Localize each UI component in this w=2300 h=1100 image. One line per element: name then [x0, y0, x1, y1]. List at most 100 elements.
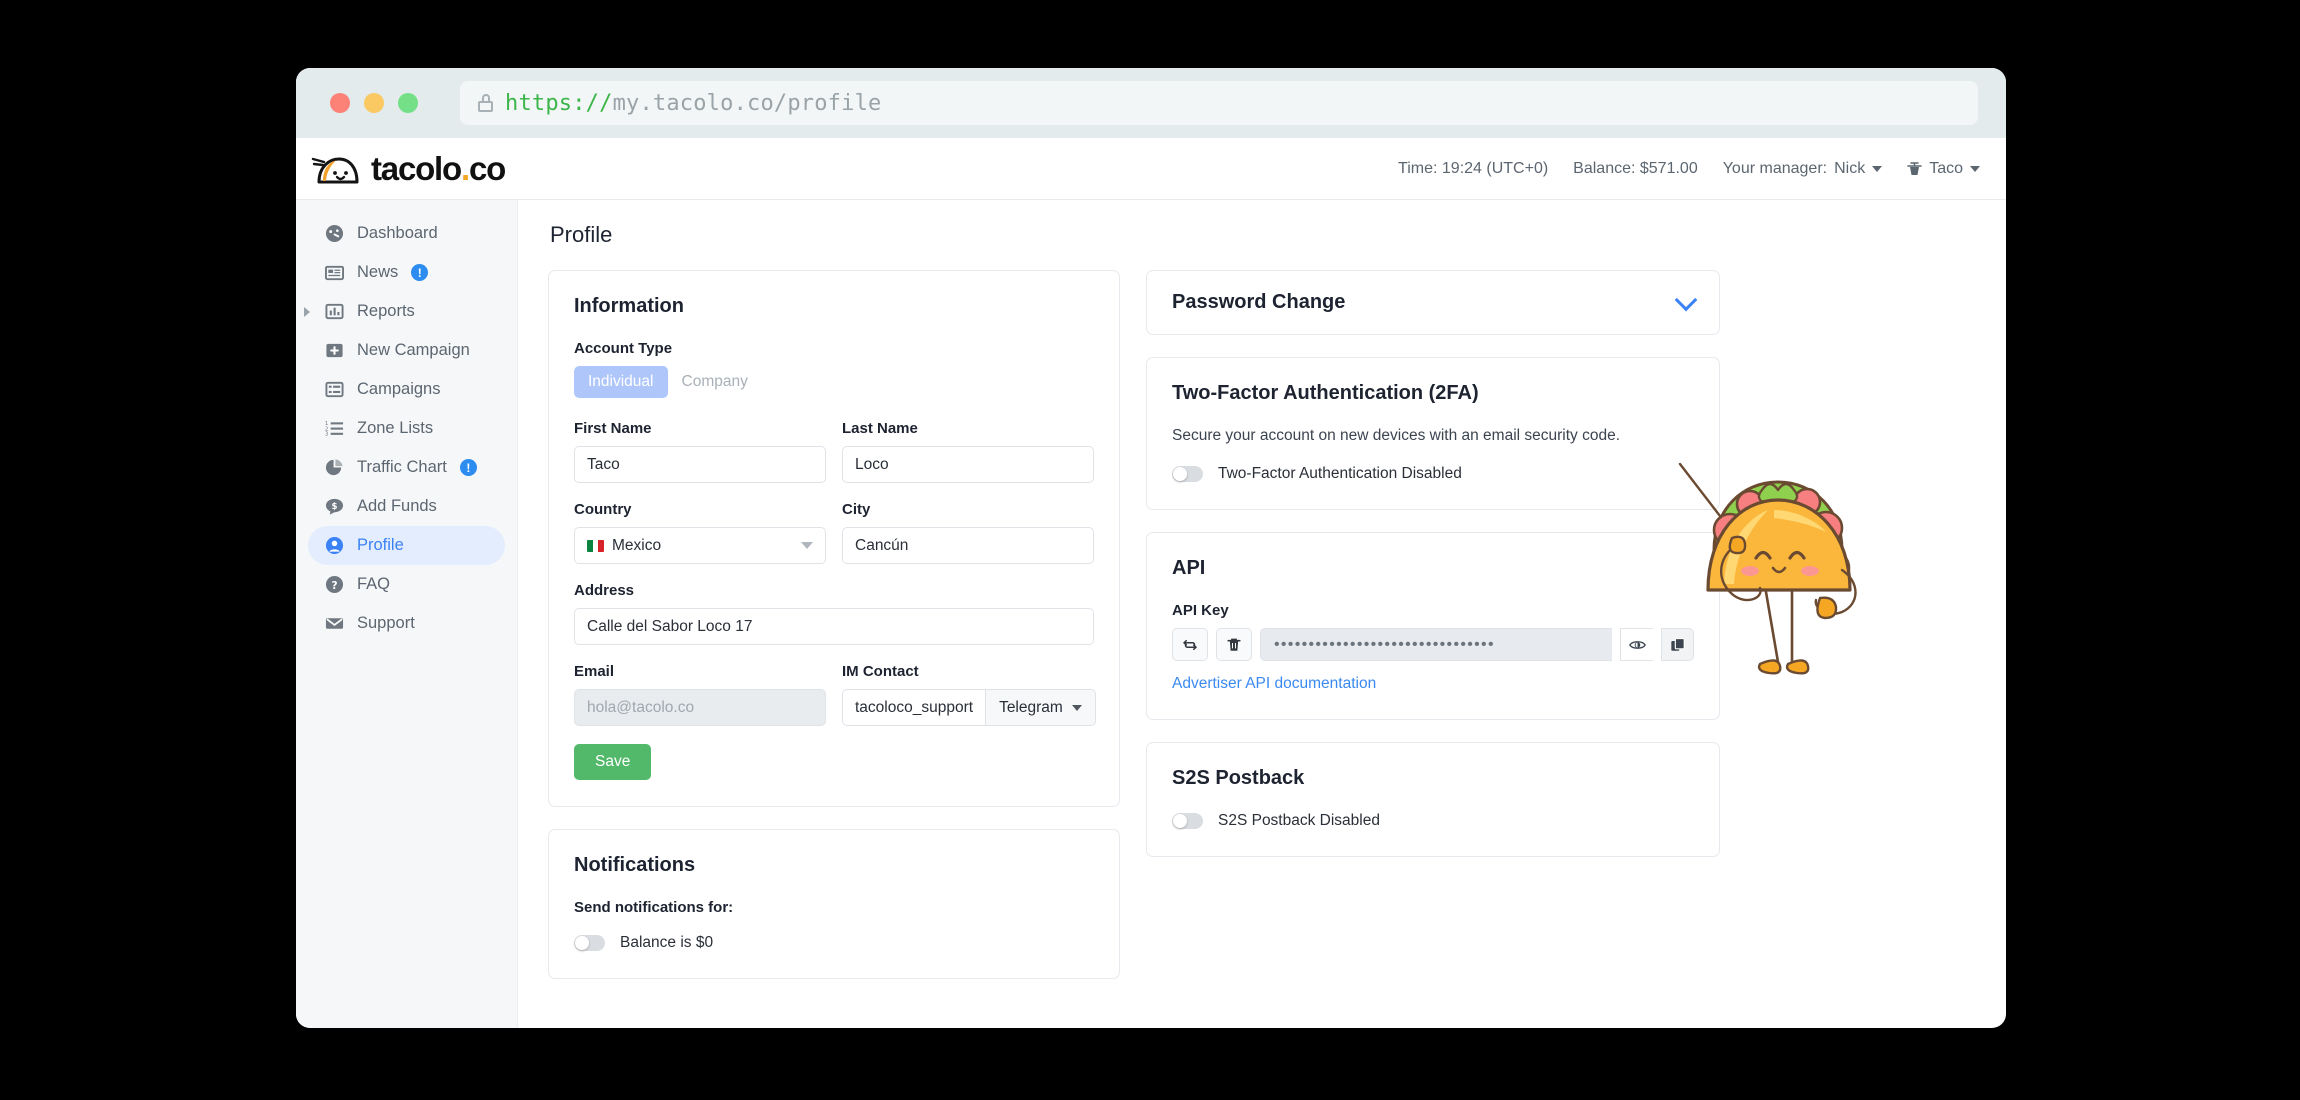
account-type-company-option[interactable]: Company — [668, 366, 762, 398]
country-group: Country Mexico — [574, 501, 826, 564]
header-time: Time: 19:24 (UTC+0) — [1398, 159, 1549, 177]
ordered-list-icon: 123 — [324, 419, 344, 439]
s2s-postback-toggle[interactable] — [1172, 813, 1203, 829]
country-label: Country — [574, 501, 632, 518]
manager-label: Your manager: — [1722, 159, 1828, 177]
sidebar-item-new-campaign[interactable]: New Campaign — [308, 331, 505, 370]
sidebar-item-support[interactable]: Support — [308, 604, 505, 643]
sidebar-item-traffic-chart[interactable]: Traffic Chart ! — [308, 448, 505, 487]
sidebar-item-label: Add Funds — [357, 497, 437, 515]
password-change-title: Password Change — [1172, 291, 1346, 313]
password-change-card[interactable]: Password Change — [1146, 270, 1720, 335]
address-bar[interactable]: https://my.tacolo.co/profile — [460, 81, 1978, 125]
sidebar-item-dashboard[interactable]: Dashboard — [308, 214, 505, 253]
window-controls[interactable] — [330, 93, 418, 113]
two-factor-toggle[interactable] — [1172, 466, 1203, 482]
first-name-input[interactable]: Taco — [574, 446, 826, 483]
url-rest: my.tacolo.co/profile — [612, 90, 882, 116]
right-column: Password Change Two-Factor Authenticatio… — [1146, 270, 1720, 879]
information-card: Information Account Type Individual Comp… — [548, 270, 1120, 807]
account-type-toggle-group[interactable]: Individual Company — [574, 366, 762, 398]
show-api-key-button[interactable] — [1620, 628, 1653, 661]
app-header: tacolo.co Time: 19:24 (UTC+0) Balance: $… — [296, 138, 2006, 200]
email-label: Email — [574, 663, 615, 680]
svg-text:3: 3 — [325, 432, 328, 438]
notifications-subtitle: Send notifications for: — [574, 899, 734, 916]
minimize-window-button[interactable] — [364, 93, 384, 113]
user-circle-icon — [324, 536, 344, 556]
status-badge: ! — [459, 459, 477, 476]
notification-toggle-row[interactable]: Balance is $0 — [574, 934, 1094, 952]
sidebar-item-label: Dashboard — [357, 224, 438, 242]
sidebar-item-reports[interactable]: Reports — [304, 292, 505, 331]
status-badge: ! — [411, 264, 429, 281]
sidebar-item-news[interactable]: News ! — [308, 253, 505, 292]
sidebar-item-zone-lists[interactable]: 123 Zone Lists — [308, 409, 505, 448]
im-contact-input[interactable]: tacoloco_support — [842, 689, 987, 726]
api-documentation-link[interactable]: Advertiser API documentation — [1172, 675, 1376, 693]
browser-chrome: https://my.tacolo.co/profile — [296, 68, 2006, 138]
im-network-select[interactable]: Telegram — [986, 689, 1096, 726]
header-balance: Balance: $571.00 — [1573, 159, 1698, 177]
city-group: City Cancún — [842, 501, 1094, 564]
city-input[interactable]: Cancún — [842, 527, 1094, 564]
address-bar-url: https://my.tacolo.co/profile — [505, 91, 881, 116]
notifications-card: Notifications Send notifications for: Ba… — [548, 829, 1120, 979]
sidebar-item-label: Support — [357, 614, 415, 632]
save-button[interactable]: Save — [574, 744, 652, 780]
country-select[interactable]: Mexico — [574, 527, 826, 564]
header-right-group: Time: 19:24 (UTC+0) Balance: $571.00 You… — [1398, 160, 1980, 178]
s2s-toggle-row[interactable]: S2S Postback Disabled — [1172, 812, 1694, 830]
sidebar-item-campaigns[interactable]: Campaigns — [308, 370, 505, 409]
user-menu[interactable]: Taco — [1907, 160, 1980, 178]
sidebar-item-label: New Campaign — [357, 341, 470, 359]
email-group: Email hola@tacolo.co — [574, 663, 826, 726]
close-window-button[interactable] — [330, 93, 350, 113]
bar-chart-icon — [324, 302, 344, 322]
delete-api-key-button[interactable] — [1216, 628, 1252, 661]
two-factor-title: Two-Factor Authentication (2FA) — [1172, 382, 1479, 404]
account-type-individual-option[interactable]: Individual — [574, 366, 668, 398]
address-group: Address Calle del Sabor Loco 17 — [574, 582, 1094, 645]
two-factor-description: Secure your account on new devices with … — [1172, 427, 1621, 444]
expand-arrow-icon[interactable] — [304, 306, 310, 317]
copy-icon — [1670, 637, 1685, 651]
taco-logo-icon — [311, 157, 359, 183]
sidebar: Dashboard News ! Reports New Campaign Ca… — [296, 200, 518, 1028]
sidebar-item-label: Zone Lists — [357, 419, 434, 437]
main-content: Profile Information Account Type Individ… — [518, 200, 2006, 1028]
api-key-field[interactable]: •••••••••••••••••••••••••••••••• — [1260, 628, 1612, 661]
chevron-down-icon[interactable] — [1674, 288, 1698, 312]
chevron-down-icon — [1872, 165, 1883, 172]
eye-icon — [1628, 640, 1646, 649]
sidebar-item-add-funds[interactable]: $ Add Funds — [308, 487, 505, 526]
account-type-label: Account Type — [574, 340, 673, 357]
brand-name: tacolo.co — [371, 149, 506, 187]
manager-dropdown[interactable]: Your manager: Nick — [1722, 159, 1883, 178]
copy-api-key-button[interactable] — [1661, 628, 1694, 661]
balance-zero-label: Balance is $0 — [620, 934, 714, 951]
im-contact-label: IM Contact — [842, 663, 919, 680]
information-card-title: Information — [574, 295, 684, 317]
regenerate-api-key-button[interactable] — [1172, 628, 1208, 661]
api-card-title: API — [1172, 557, 1206, 579]
s2s-postback-title: S2S Postback — [1172, 767, 1305, 789]
plus-square-icon — [324, 341, 344, 361]
two-factor-toggle-row[interactable]: Two-Factor Authentication Disabled — [1172, 465, 1694, 483]
svg-text:$: $ — [331, 502, 337, 512]
notifications-card-title: Notifications — [574, 854, 696, 876]
s2s-postback-label: S2S Postback Disabled — [1218, 812, 1380, 829]
last-name-input[interactable]: Loco — [842, 446, 1094, 483]
balance-zero-toggle[interactable] — [574, 935, 605, 951]
address-input[interactable]: Calle del Sabor Loco 17 — [574, 608, 1094, 645]
chevron-down-icon — [1071, 704, 1082, 711]
page-title: Profile — [550, 222, 613, 247]
brand-logo[interactable]: tacolo.co — [304, 149, 506, 188]
speedometer-icon — [324, 224, 344, 244]
last-name-label: Last Name — [842, 420, 918, 437]
browser-window: https://my.tacolo.co/profile tacolo.co T… — [296, 68, 2006, 1028]
maximize-window-button[interactable] — [398, 93, 418, 113]
sidebar-item-faq[interactable]: ? FAQ — [308, 565, 505, 604]
api-key-row: •••••••••••••••••••••••••••••••• — [1172, 628, 1694, 661]
sidebar-item-profile[interactable]: Profile — [308, 526, 505, 565]
